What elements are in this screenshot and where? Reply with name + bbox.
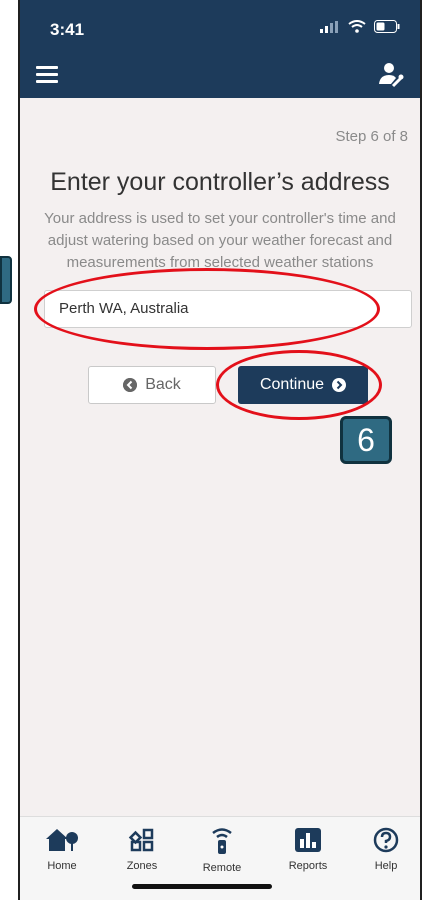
tab-reports-label: Reports: [288, 860, 328, 872]
status-icons: [320, 20, 400, 33]
signal-icon: [320, 20, 338, 33]
continue-label: Continue: [259, 376, 325, 393]
tab-reports[interactable]: Reports: [278, 827, 338, 872]
tab-help[interactable]: Help: [356, 827, 416, 872]
step-badge: 6: [340, 416, 392, 464]
user-wrench-icon[interactable]: [376, 60, 404, 88]
home-indicator: [132, 884, 272, 889]
chevron-left-circle-icon: [123, 378, 138, 392]
status-time: 3:41: [50, 20, 85, 39]
zones-grid-icon: [128, 828, 154, 852]
page-title: Enter your controller’s address: [50, 168, 390, 196]
step-indicator: Step 6 of 8: [335, 128, 408, 145]
phone-screen: 3:41 Step 6 of 8 Enter your controller’s…: [18, 0, 422, 900]
home-tree-icon: [46, 829, 78, 851]
battery-icon: [374, 20, 400, 33]
tab-remote[interactable]: Remote: [192, 827, 252, 874]
remote-icon: [212, 828, 232, 854]
tab-help-label: Help: [374, 860, 398, 872]
tab-zones[interactable]: Zones: [112, 827, 172, 872]
help-icon: [373, 827, 399, 853]
tab-zones-label: Zones: [126, 860, 158, 872]
wifi-icon: [348, 20, 366, 33]
back-button[interactable]: Back: [88, 366, 216, 404]
chevron-right-circle-icon: [332, 378, 347, 392]
hamburger-icon: [36, 66, 58, 69]
tab-home-label: Home: [47, 860, 77, 872]
back-label: Back: [145, 376, 181, 393]
page-description: Your address is used to set your control…: [44, 210, 396, 271]
menu-button[interactable]: [36, 66, 58, 84]
edge-annotation-badge: [0, 256, 12, 304]
reports-chart-icon: [295, 828, 321, 852]
tab-remote-label: Remote: [202, 862, 242, 874]
tab-home[interactable]: Home: [32, 827, 92, 872]
app-header: 3:41: [20, 0, 420, 98]
continue-button[interactable]: Continue: [238, 366, 368, 404]
address-input[interactable]: Perth WA, Australia: [44, 290, 412, 328]
